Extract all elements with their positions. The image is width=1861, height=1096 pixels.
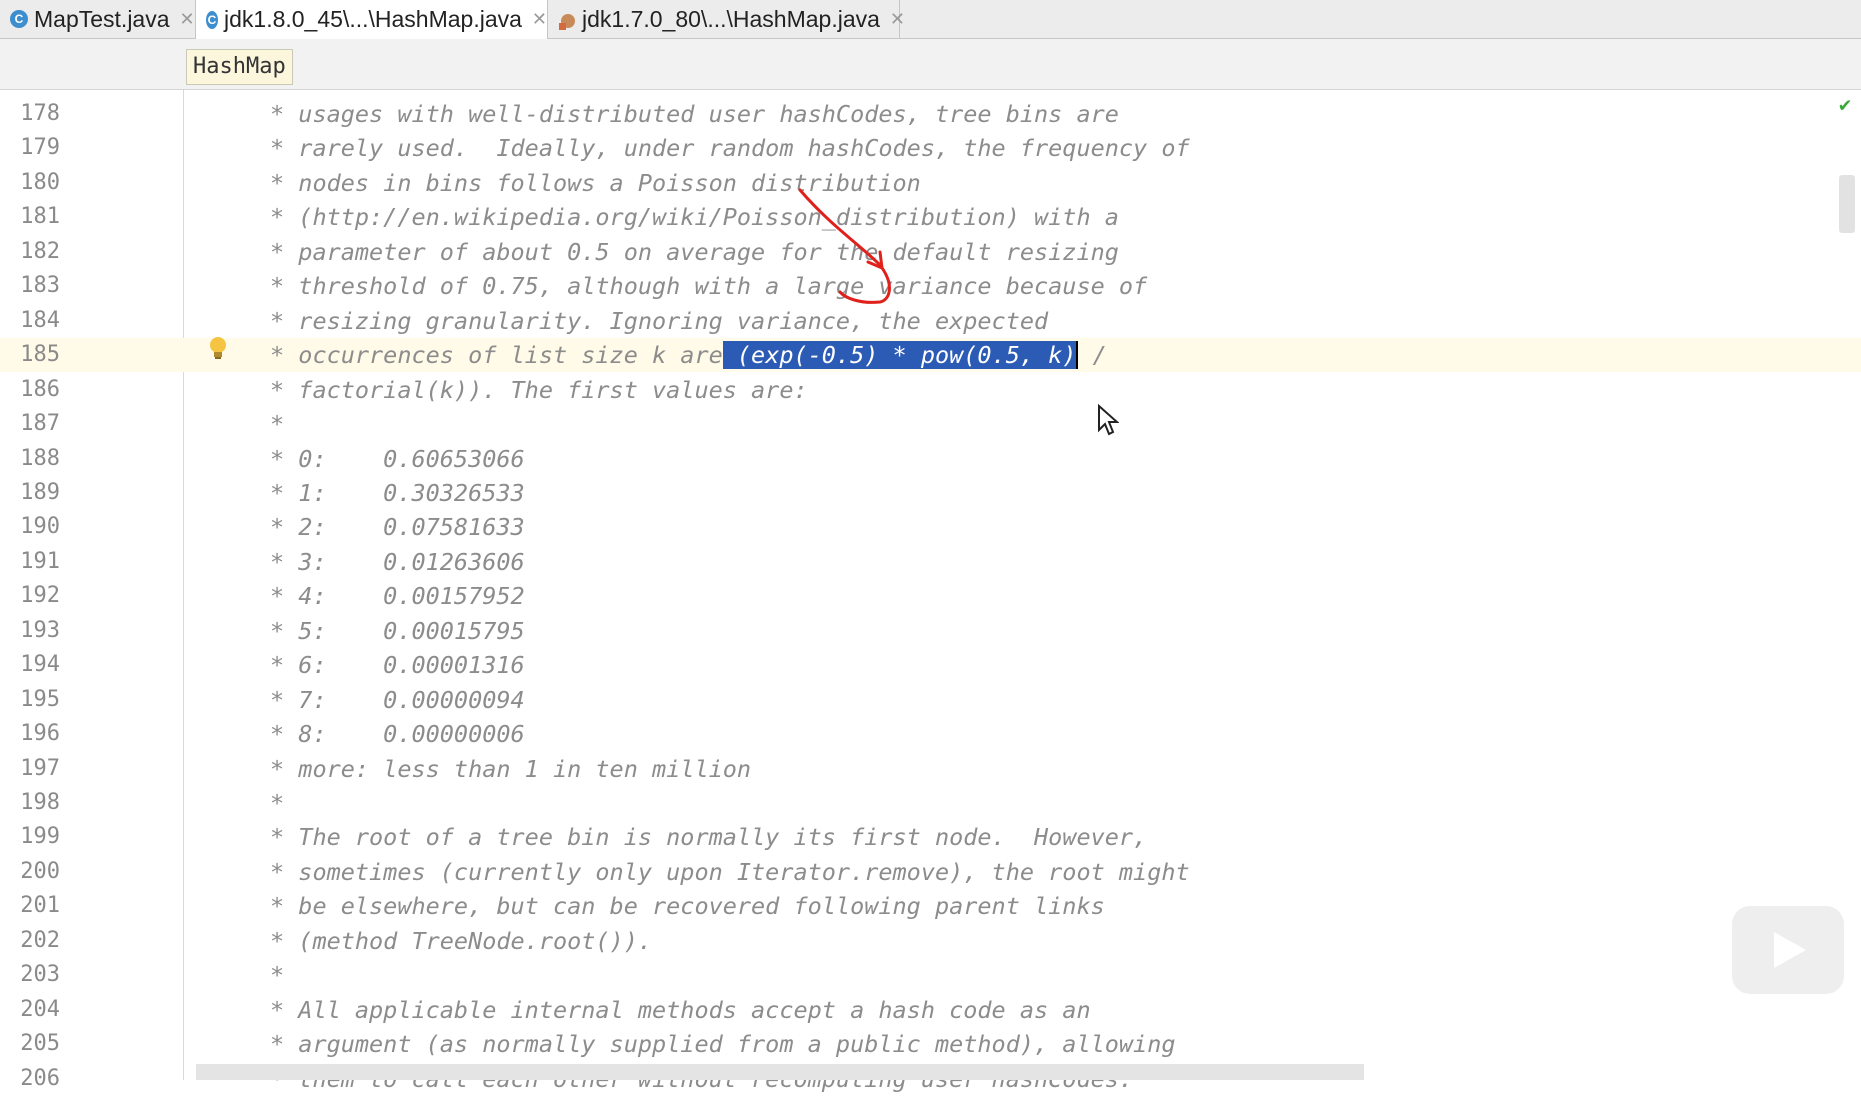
- video-play-button[interactable]: [1732, 906, 1844, 994]
- mouse-cursor-icon: [1098, 404, 1119, 436]
- annotation-arrow-icon: [798, 188, 891, 304]
